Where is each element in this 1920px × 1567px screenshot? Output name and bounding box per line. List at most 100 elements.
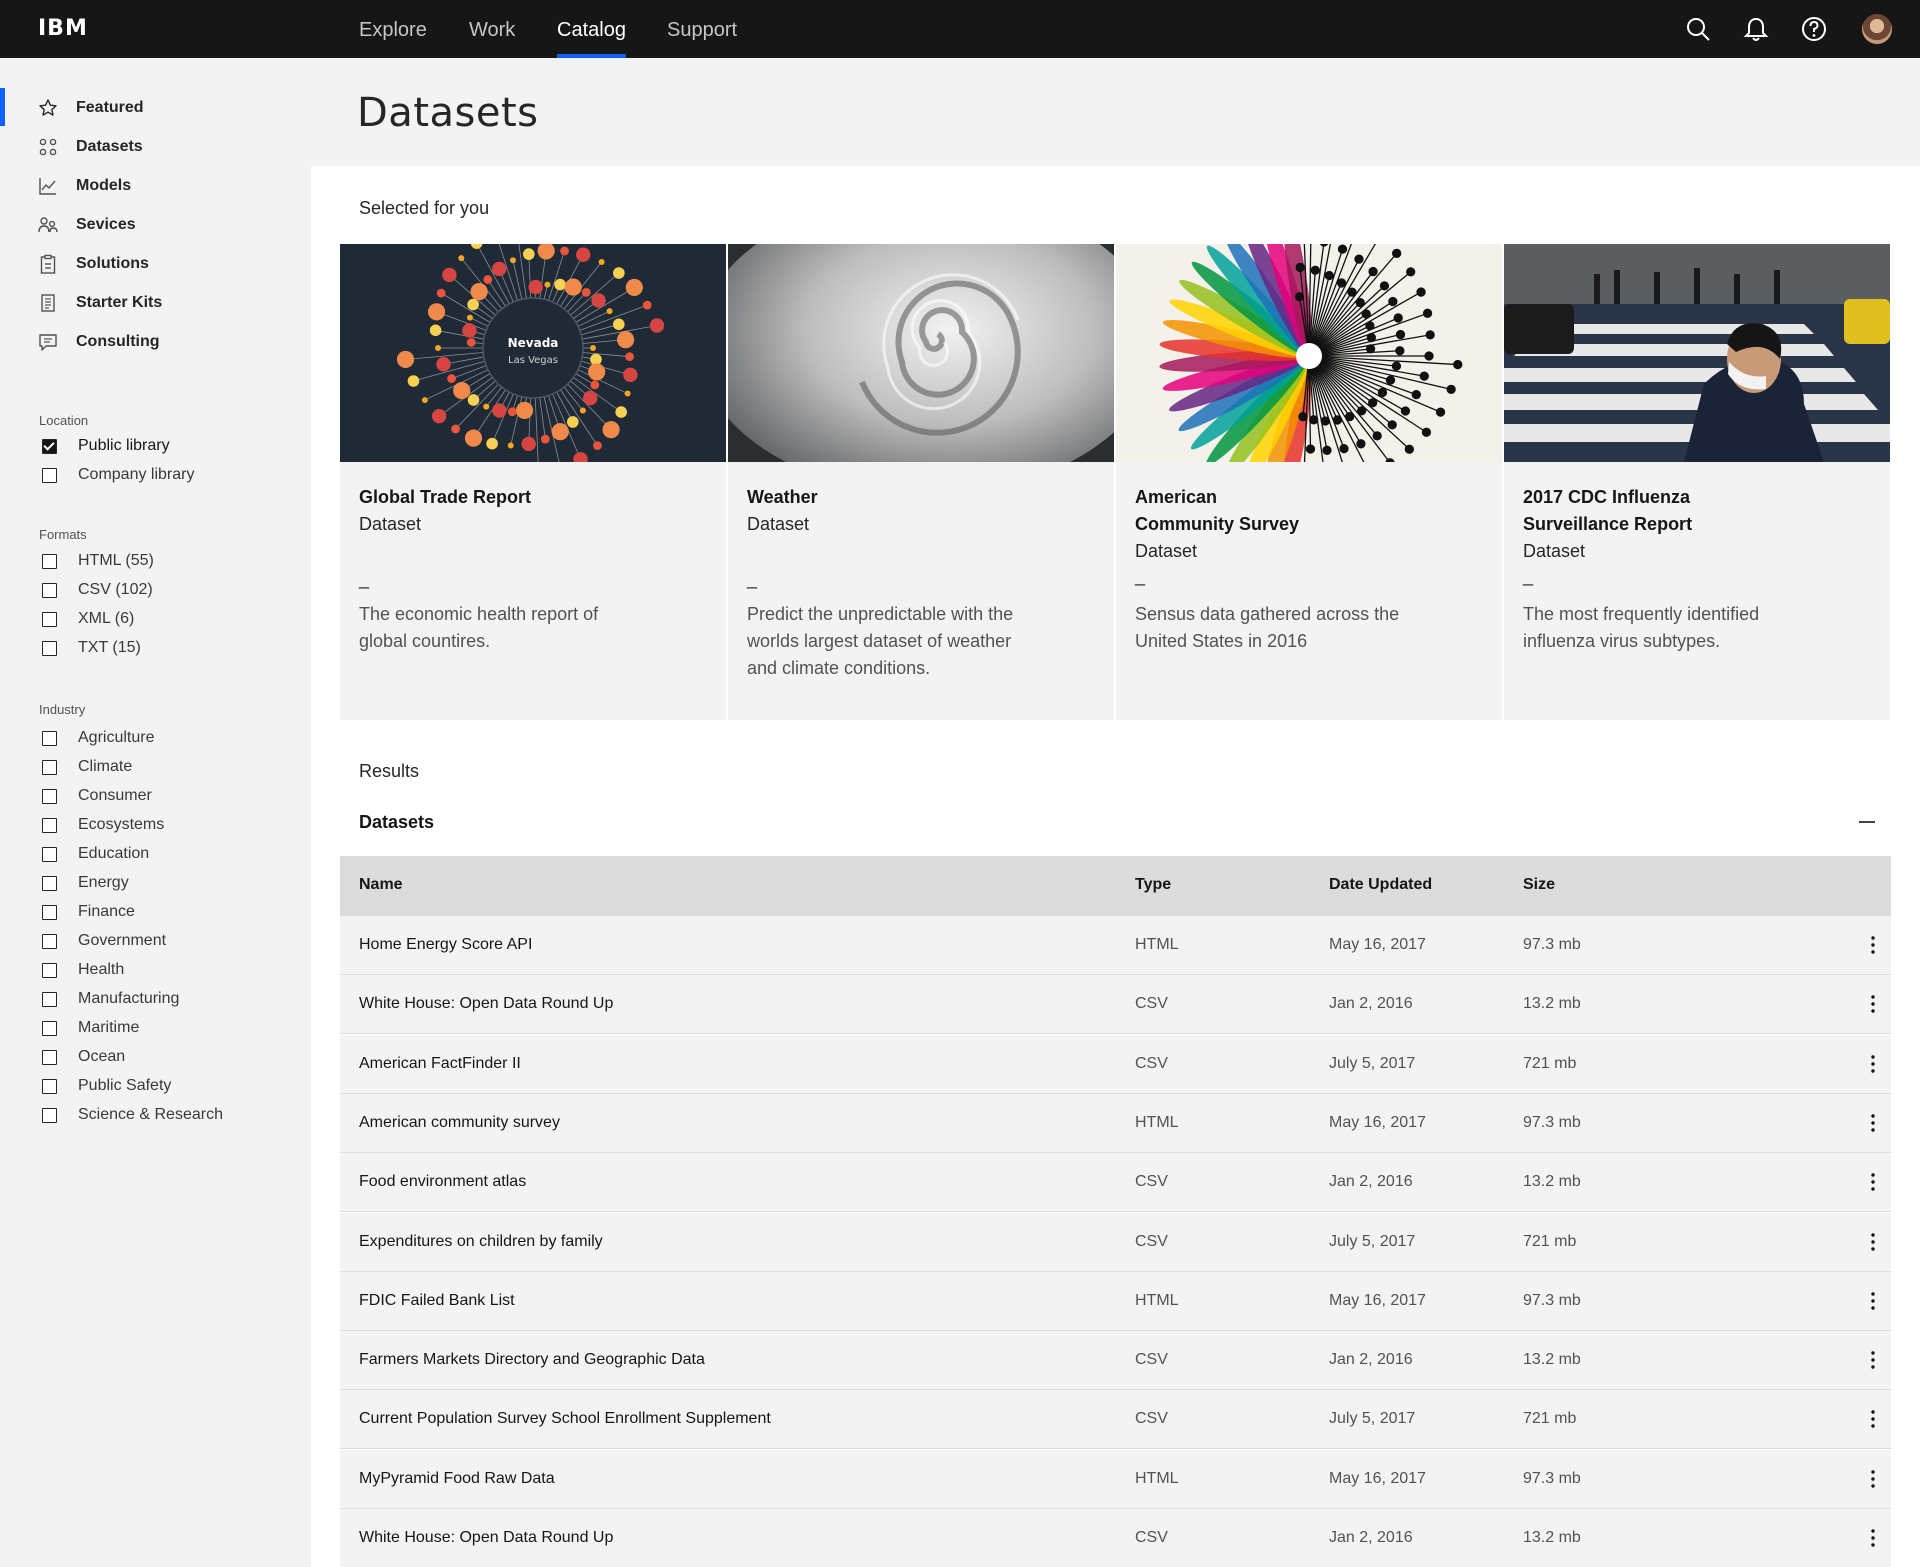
sidebar-item-solutions[interactable]: Solutions — [38, 252, 149, 276]
nav-catalog[interactable]: Catalog — [557, 19, 626, 42]
industry-option[interactable]: Energy — [42, 872, 129, 894]
format-txt[interactable]: TXT (15) — [42, 637, 141, 659]
checkbox[interactable] — [42, 640, 57, 656]
cell-name: Food environment atlas — [359, 1173, 527, 1191]
cell-name: Home Energy Score API — [359, 936, 533, 953]
nav-explore[interactable]: Explore — [359, 19, 427, 42]
industry-option[interactable]: Maritime — [42, 1017, 139, 1039]
checkbox[interactable] — [42, 962, 57, 978]
table-row[interactable]: White House: Open Data Round Up CSV Jan 2,… — [340, 975, 1891, 1035]
overflow-menu-icon[interactable] — [1863, 1347, 1883, 1373]
cell-size: 97.3 mb — [1523, 936, 1581, 953]
table-row[interactable]: FDIC Failed Bank List HTML May 16, 2017 97.… — [340, 1271, 1891, 1331]
industry-option[interactable]: Agriculture — [42, 727, 154, 749]
table-row[interactable]: Food environment atlas CSV Jan 2, 2016 13.2… — [340, 1153, 1891, 1213]
industry-option[interactable]: Public Safety — [42, 1075, 171, 1097]
checkbox[interactable] — [42, 846, 57, 862]
industry-option[interactable]: Ecosystems — [42, 814, 164, 836]
table-row[interactable]: American FactFinder II CSV July 5, 2017 721… — [340, 1034, 1891, 1094]
featured-card-weather[interactable]: Weather Dataset _ Predict the unpredicta… — [728, 244, 1114, 720]
results-table-heading: Datasets — [359, 812, 435, 832]
column-header-date-updated[interactable]: Date Updated — [1329, 876, 1432, 894]
industry-option[interactable]: Climate — [42, 756, 132, 778]
table-row[interactable]: Expenditures on children by family CSV Jul… — [340, 1212, 1891, 1272]
column-header-name[interactable]: Name — [359, 876, 403, 894]
ibm-logo[interactable]: IBM — [38, 16, 88, 41]
overflow-menu-icon[interactable] — [1863, 1110, 1883, 1136]
table-row[interactable]: MyPyramid Food Raw Data HTML May 16, 2017 9… — [340, 1449, 1891, 1509]
column-header-size[interactable]: Size — [1523, 876, 1555, 894]
industry-option[interactable]: Finance — [42, 901, 135, 923]
overflow-menu-icon[interactable] — [1863, 1288, 1883, 1314]
table-row[interactable]: American community survey HTML May 16, 201… — [340, 1093, 1891, 1153]
table-row[interactable]: Farmers Markets Directory and Geographic… — [340, 1331, 1891, 1391]
industry-option[interactable]: Science & Research — [42, 1104, 223, 1126]
featured-card-community-survey[interactable]: American Community Survey Dataset _ Sensu… — [1116, 244, 1502, 720]
checkbox[interactable] — [42, 1049, 57, 1065]
location-filter-title: Location — [39, 413, 89, 428]
location-company-library[interactable]: Company library — [42, 464, 194, 486]
checkbox[interactable] — [42, 1078, 57, 1094]
sidebar-item-services[interactable]: Sevices — [38, 213, 136, 237]
format-html[interactable]: HTML (55) — [42, 550, 154, 572]
sidebar-item-datasets[interactable]: Datasets — [38, 135, 143, 159]
location-public-library[interactable]: Public library — [42, 435, 170, 457]
overflow-menu-icon[interactable] — [1863, 1169, 1883, 1195]
nav-support[interactable]: Support — [667, 19, 737, 42]
cell-name: American FactFinder II — [359, 1054, 521, 1072]
notification-bell-icon[interactable] — [1741, 14, 1771, 44]
industry-option[interactable]: Government — [42, 930, 166, 952]
search-icon[interactable] — [1683, 14, 1713, 44]
featured-card-cdc-influenza[interactable]: 2017 CDC Influenza Surveillance Report Da… — [1504, 244, 1890, 720]
checkbox[interactable] — [42, 582, 57, 598]
checkbox[interactable] — [42, 759, 57, 775]
sidebar-active-indicator — [0, 88, 5, 126]
checkbox[interactable] — [42, 788, 57, 804]
checkbox[interactable] — [42, 904, 57, 920]
sidebar-item-models[interactable]: Models — [38, 174, 131, 198]
format-csv[interactable]: CSV (102) — [42, 579, 153, 601]
overflow-menu-icon[interactable] — [1863, 1525, 1883, 1551]
user-avatar[interactable] — [1862, 14, 1892, 44]
industry-option[interactable]: Health — [42, 959, 124, 981]
checkbox[interactable] — [42, 933, 57, 949]
overflow-menu-icon[interactable] — [1863, 1229, 1883, 1255]
cell-size: 97.3 mb — [1523, 1113, 1581, 1131]
checkbox[interactable] — [42, 875, 57, 891]
overflow-menu-icon[interactable] — [1863, 932, 1883, 958]
overflow-menu-icon[interactable] — [1863, 1406, 1883, 1432]
sidebar-item-label: Solutions — [76, 255, 149, 272]
table-row[interactable]: Current Population Survey School Enrollm… — [340, 1390, 1891, 1450]
checkbox[interactable] — [42, 438, 57, 454]
table-row[interactable]: Home Energy Score API HTML May 16, 2017 97.… — [340, 916, 1891, 975]
table-row[interactable]: White House: Open Data Round Up CSV Jan 2,… — [340, 1509, 1891, 1567]
collapse-minus-icon[interactable] — [1855, 810, 1879, 834]
checkbox[interactable] — [42, 817, 57, 833]
industry-option[interactable]: Education — [42, 843, 149, 865]
checkbox[interactable] — [42, 611, 57, 627]
checkbox[interactable] — [42, 1020, 57, 1036]
sidebar-item-consulting[interactable]: Consulting — [38, 330, 160, 354]
nav-work[interactable]: Work — [469, 19, 515, 42]
overflow-menu-icon[interactable] — [1863, 1051, 1883, 1077]
checkbox[interactable] — [42, 467, 57, 483]
cell-size: 13.2 mb — [1523, 1529, 1581, 1546]
industry-option[interactable]: Manufacturing — [42, 988, 179, 1010]
industry-option[interactable]: Ocean — [42, 1046, 125, 1068]
results-label: Results — [359, 761, 420, 781]
help-icon[interactable] — [1799, 14, 1829, 44]
card-type: Dataset — [1135, 541, 1198, 561]
featured-card-global-trade[interactable]: Nevada Las Vegas Global Trade Report Dat… — [340, 244, 726, 720]
column-header-type[interactable]: Type — [1135, 876, 1171, 894]
overflow-menu-icon[interactable] — [1863, 1466, 1883, 1492]
checkbox[interactable] — [42, 991, 57, 1007]
checkbox[interactable] — [42, 553, 57, 569]
industry-option[interactable]: Consumer — [42, 785, 152, 807]
format-xml[interactable]: XML (6) — [42, 608, 134, 630]
sidebar-item-starter-kits[interactable]: Starter Kits — [38, 291, 162, 315]
overflow-menu-icon[interactable] — [1863, 991, 1883, 1017]
checkbox[interactable] — [42, 1107, 57, 1123]
cell-date: July 5, 2017 — [1329, 1232, 1416, 1250]
checkbox[interactable] — [42, 730, 57, 746]
sidebar-item-featured[interactable]: Featured — [38, 96, 144, 120]
